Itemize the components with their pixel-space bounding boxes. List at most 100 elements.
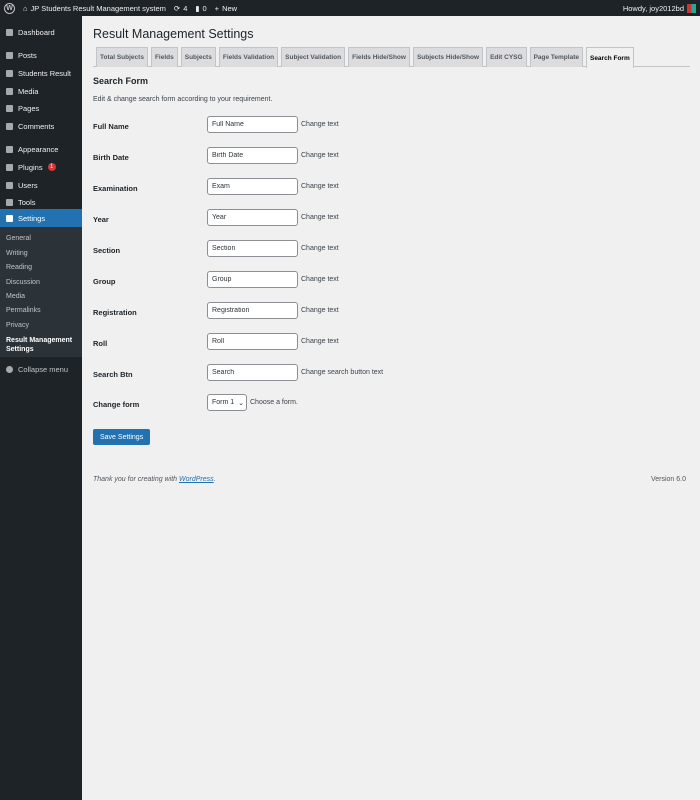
wordpress-link[interactable]: WordPress — [179, 476, 214, 483]
footer-text: Thank you for creating with WordPress. — [93, 476, 216, 483]
pages-icon — [6, 104, 13, 112]
field-hint: Change text — [301, 276, 339, 283]
version: Version 6.0 — [650, 476, 686, 483]
field-hint: Change search button text — [301, 369, 384, 376]
field-hint: Change text — [301, 338, 339, 345]
admin-sidebar: Dashboard Posts Students Result Media Pages C… — [0, 16, 82, 800]
sidebar-item-plugins[interactable]: Plugins 1 — [0, 158, 82, 176]
tab-subject-validation[interactable]: Subject Validation — [281, 47, 346, 67]
form-row: Full Name Change text — [93, 116, 693, 142]
collapse-menu-button[interactable]: Collapse menu — [0, 360, 82, 378]
sidebar-item-pages[interactable]: Pages — [0, 99, 82, 117]
media-icon — [6, 87, 13, 95]
tab-subjects-hide-show[interactable]: Subjects Hide/Show — [412, 47, 484, 67]
field-label: Full Name — [93, 122, 129, 131]
brush-icon — [6, 145, 13, 153]
form-row: Examination Change text — [93, 178, 693, 204]
comment-icon: ▮ — [195, 3, 200, 13]
section-input[interactable] — [207, 240, 298, 257]
field-hint: Change text — [301, 121, 339, 128]
chevron-down-icon: ⌄ — [238, 399, 245, 407]
field-label: Search Btn — [93, 370, 133, 379]
sidebar-item-dashboard[interactable]: Dashboard — [0, 23, 82, 41]
tab-total-subjects[interactable]: Total Subjects — [96, 47, 148, 67]
wordpress-logo-icon[interactable]: W — [4, 2, 15, 14]
form-row: Birth Date Change text — [93, 147, 693, 173]
field-hint: Choose a form. — [250, 399, 298, 406]
comments-link[interactable]: ▮ 0 — [195, 4, 206, 13]
page-title: Result Management Settings — [93, 27, 254, 41]
avatar — [687, 3, 696, 13]
submenu-item-general[interactable]: General — [6, 234, 31, 243]
settings-tabs: Total Subjects Fields Subjects Fields Valid… — [93, 47, 690, 68]
submenu-item-discussion[interactable]: Discussion — [6, 278, 40, 287]
field-label: Examination — [93, 184, 138, 193]
submenu-item-privacy[interactable]: Privacy — [6, 321, 29, 330]
submenu-item-permalinks[interactable]: Permalinks — [6, 306, 41, 315]
pin-icon — [6, 51, 13, 59]
registration-input[interactable] — [207, 302, 298, 319]
updates-link[interactable]: ⟳ 4 — [174, 4, 187, 13]
sidebar-item-posts[interactable]: Posts — [0, 46, 82, 64]
group-input[interactable] — [207, 271, 298, 288]
field-label: Year — [93, 215, 109, 224]
form-row: Group Change text — [93, 271, 693, 297]
form-row: Year Change text — [93, 209, 693, 235]
full-name-input[interactable] — [207, 116, 298, 133]
home-icon: ⌂ — [23, 3, 28, 13]
field-hint: Change text — [301, 307, 339, 314]
search-btn-input[interactable] — [207, 364, 298, 381]
submenu-item-media[interactable]: Media — [6, 292, 25, 301]
update-count-badge: 1 — [47, 163, 56, 171]
tab-search-form[interactable]: Search Form — [585, 47, 634, 68]
field-hint: Change text — [301, 214, 339, 221]
sidebar-item-settings[interactable]: Settings — [0, 209, 82, 227]
new-content-link[interactable]: + New — [215, 4, 237, 13]
sidebar-item-media[interactable]: Media — [0, 82, 82, 100]
save-settings-button[interactable]: Save Settings — [93, 429, 151, 445]
field-hint: Change text — [301, 183, 339, 190]
sidebar-item-users[interactable]: Users — [0, 176, 82, 194]
field-hint: Change text — [301, 245, 339, 252]
tab-page-template[interactable]: Page Template — [529, 47, 583, 67]
tab-subjects[interactable]: Subjects — [180, 47, 216, 67]
dashboard-icon — [6, 28, 13, 36]
tab-fields-hide-show[interactable]: Fields Hide/Show — [348, 47, 410, 67]
section-description: Edit & change search form according to y… — [93, 96, 273, 103]
field-label: Roll — [93, 339, 108, 348]
field-label: Birth Date — [93, 153, 129, 162]
tab-fields[interactable]: Fields — [150, 47, 178, 67]
change-form-row: Change form Form 1 ⌄ Choose a form. — [93, 394, 693, 420]
users-icon — [6, 181, 13, 189]
form-row: Registration Change text — [93, 302, 693, 328]
year-input[interactable] — [207, 209, 298, 226]
roll-input[interactable] — [207, 333, 298, 350]
tab-edit-cysg[interactable]: Edit CYSG — [486, 47, 527, 67]
admin-bar: W ⌂ JP Students Result Management system … — [0, 0, 700, 16]
sidebar-item-appearance[interactable]: Appearance — [0, 140, 82, 158]
tab-fields-validation[interactable]: Fields Validation — [218, 47, 279, 67]
account-menu[interactable]: Howdy, joy2012bd — [623, 3, 696, 13]
section-title: Search Form — [93, 76, 149, 86]
wrench-icon — [6, 198, 13, 206]
sidebar-item-comments[interactable]: Comments — [0, 117, 82, 135]
sidebar-item-students-result[interactable]: Students Result — [0, 64, 82, 82]
form-row: Section Change text — [93, 240, 693, 266]
form-select[interactable]: Form 1 ⌄ — [207, 394, 247, 411]
collapse-icon — [6, 365, 13, 373]
field-label: Section — [93, 246, 121, 255]
submenu-item-reading[interactable]: Reading — [6, 263, 32, 272]
field-label: Change form — [93, 400, 140, 409]
plugin-icon — [6, 163, 13, 171]
settings-icon — [6, 214, 13, 222]
field-label: Registration — [93, 308, 137, 317]
examination-input[interactable] — [207, 178, 298, 195]
form-row: Search Btn Change search button text — [93, 364, 693, 390]
updates-icon: ⟳ — [173, 3, 181, 13]
field-hint: Change text — [301, 152, 339, 159]
submenu-item-writing[interactable]: Writing — [6, 249, 28, 258]
site-name-link[interactable]: ⌂ JP Students Result Management system — [23, 4, 166, 13]
submenu-item-result-management-settings[interactable]: Result Management Settings — [6, 336, 78, 354]
plus-icon: + — [214, 3, 220, 13]
birth-date-input[interactable] — [207, 147, 298, 164]
